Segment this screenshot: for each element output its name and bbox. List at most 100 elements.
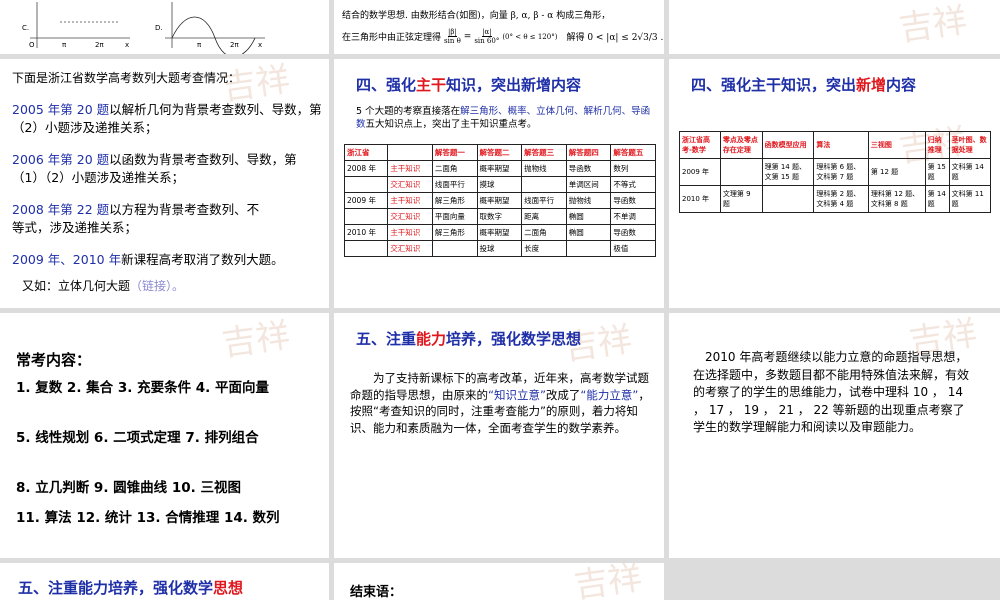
table-cell: 线面平行 [521, 192, 567, 209]
table-cell: 长度 [521, 240, 567, 257]
watermark-logo: 吉祥 [219, 315, 293, 365]
x-axis-label: x [125, 41, 129, 49]
slide-new-content-table[interactable]: 吉祥 四、强化主干知识，突出新增内容 浙江省高考-数学 零点及零点存在定理 函数模型… [669, 59, 1000, 308]
table-header-row: 浙江省 解答题一 解答题二 解答题三 解答题四 解答题五 [343, 144, 656, 161]
table-cell [719, 158, 763, 186]
solution-line-2: 在三角形中由正弦定理得 |β| sin θ = |α| sin 60° (0° … [342, 28, 663, 45]
table-cell: 取数字 [476, 208, 523, 225]
slide-title: 常考内容： [16, 351, 92, 369]
table-cell: 极值 [610, 240, 656, 257]
slide-sequence-history[interactable]: 吉祥 下面是浙江省数学高考数列大题考查情况： 2005 年第 20 题以解析几何… [0, 59, 329, 308]
table-cell: 2008 年 [343, 160, 389, 177]
table-cell: 理科第 2 题、文科第 4 题 [813, 185, 869, 213]
fraction-beta-numerator: |β| [448, 28, 457, 37]
slide-title: 结束语： [350, 585, 403, 600]
table-cell: 主干知识 [387, 224, 433, 241]
table-cell: 第 14 题 [924, 185, 950, 213]
title-part-2: 知识，突出新增内容 [446, 76, 582, 94]
table-cell: 主干知识 [387, 192, 433, 209]
table-cell: 平面向量 [431, 208, 478, 225]
table-cell: 理科第 6 题、文科第 7 题 [813, 158, 869, 186]
table-cell: 导函数 [610, 192, 656, 209]
table-header-cell: 算法 [813, 131, 869, 159]
table-header-cell: 零点及零点存在定理 [719, 131, 763, 159]
link-text[interactable]: （链接）。 [130, 279, 184, 293]
table-cell: 摸球 [476, 176, 523, 193]
slide-ability-focus[interactable]: 吉祥 五、注重能力培养，强化数学思想 为了支持新课标下的高考改革，近年来，高考数… [334, 313, 664, 558]
table-cell: 抛物线 [521, 160, 567, 177]
exam-table: 浙江省 解答题一 解答题二 解答题三 解答题四 解答题五 2008 年主干知识 二面角 概率期望… [343, 144, 656, 257]
table-cell: 投球 [476, 240, 523, 257]
solution-line-1: 结合的数学思想. 由数形结合(如图)，向量 β, α, β - α 构成三角形， [342, 11, 611, 21]
table-row: 2008 年主干知识 二面角 概率期望 抛物线 导函数 数列 [343, 160, 656, 177]
angle-condition: (0° < θ ≤ 120°) [502, 32, 558, 41]
table-cell: 导函数 [610, 224, 656, 241]
table-cell [431, 240, 478, 257]
title-highlight: 主干 [416, 76, 447, 94]
item-2009-2010-text: 新课程高考取消了数列大题。 [121, 252, 284, 267]
table-cell: 2009 年 [343, 192, 389, 209]
table-row: 2010 年文理第 9 题 理科第 2 题、文科第 4 题理科第 12 题、文科第… [679, 185, 992, 213]
table-cell: 文科第 14 题 [948, 158, 992, 186]
table-header-cell: 三视图 [867, 131, 926, 159]
slide-common-topics[interactable]: 吉祥 常考内容： 1. 复数 2. 集合 3. 充要条件 4. 平面向量 5. … [0, 313, 329, 558]
slide-main-knowledge-table[interactable]: 四、强化主干知识，突出新增内容 5 个大题的考察直接落在解三角形、概率、立体几何… [334, 59, 664, 308]
table-cell: 理科第 12 题、文科第 8 题 [867, 185, 926, 213]
solid-geometry-note: 又如：立体几何大题（链接）。 [22, 277, 184, 295]
table-cell [343, 176, 389, 193]
slide-thumbnail-solution[interactable]: 结合的数学思想. 由数形结合(如图)，向量 β, α, β - α 构成三角形，… [334, 0, 664, 54]
title-highlight: 新增 [856, 76, 887, 94]
table-cell: 数列 [610, 160, 656, 177]
table-cell: 概率期望 [476, 224, 523, 241]
fraction-alpha: |α| sin 60° [474, 28, 499, 45]
two-pi-tick: 2π [95, 41, 104, 49]
slide-thumbnail-graphs[interactable]: C. D. O π 2π x π 2π x [0, 0, 329, 54]
table-cell: 线面平行 [431, 176, 478, 193]
slide-conclusion[interactable]: 吉祥 结束语： [334, 563, 664, 600]
table-cell: 主干知识 [387, 160, 433, 177]
table-header-cell: 浙江省 [343, 144, 389, 161]
title-part-1: 四、强化主干知识，突出 [691, 76, 857, 94]
table-cell [343, 240, 389, 257]
pi-tick-d: π [197, 41, 202, 49]
pi-tick: π [62, 41, 67, 49]
solution-result: 解得 0 < |α| ≤ 2√3/3 . [566, 33, 664, 43]
new-content-table: 浙江省高考-数学 零点及零点存在定理 函数模型应用 算法 三视图 归纳推理 茎叶图、数据处理… [679, 131, 992, 213]
table-header-cell: 函数模型应用 [761, 131, 815, 159]
item-2009-2010: 2009 年、2010 年新课程高考取消了数列大题。 [12, 251, 322, 269]
table-header-cell: 解答题二 [476, 144, 523, 161]
table-cell [343, 208, 389, 225]
table-header-cell: 茎叶图、数据处理 [948, 131, 992, 159]
topic-line-3: 8. 立几判断 9. 圆锥曲线 10. 三视图 [16, 480, 241, 496]
title-part-1: 五、注重 [356, 330, 417, 348]
slide-title: 四、强化主干知识，突出新增内容 [356, 74, 581, 95]
title-highlight: 能力 [416, 330, 447, 348]
table-cell [521, 176, 567, 193]
option-c-label: C. [22, 24, 29, 32]
table-cell: 理第 14 题、文第 15 题 [761, 158, 815, 186]
table-header-cell [387, 144, 433, 161]
item-2005: 2005 年第 20 题以解析几何为背景考查数列、导数，第（2）小题涉及递推关系… [12, 101, 322, 137]
table-header-cell: 浙江省高考-数学 [679, 131, 721, 159]
fraction-beta: |β| sin θ [444, 28, 461, 45]
table-cell: 二面角 [521, 224, 567, 241]
slide-title: 五、注重能力培养，强化数学思想 [356, 328, 581, 349]
table-cell: 概率期望 [476, 160, 523, 177]
table-cell: 交汇知识 [387, 176, 433, 193]
table-cell: 交汇知识 [387, 208, 433, 225]
slide-2010-exam[interactable]: 吉祥 2010 年高考题继续以能力立意的命题指导思想，在选择题中，多数题目都不能… [669, 313, 1000, 558]
table-cell [565, 240, 612, 257]
slide-thumbnail-blank[interactable]: 吉祥 [669, 0, 1000, 54]
knowledge-orientation: “知识立意” [488, 387, 546, 402]
table-cell: 导函数 [565, 160, 612, 177]
table-header-row: 浙江省高考-数学 零点及零点存在定理 函数模型应用 算法 三视图 归纳推理 茎叶图、数据处理 [679, 131, 992, 159]
solid-geometry-text: 又如：立体几何大题 [22, 279, 131, 293]
table-cell: 不等式 [610, 176, 656, 193]
slide-ability-thinking[interactable]: 五、注重能力培养，强化数学思想 [0, 563, 329, 600]
item-2006: 2006 年第 20 题以函数为背景考查数列、导数，第（1）（2）小题涉及递推关… [12, 151, 322, 187]
table-row: 交汇知识 投球 长度 极值 [343, 240, 656, 257]
para-part-2: 改成了 [545, 387, 581, 402]
watermark-logo: 吉祥 [896, 0, 970, 50]
option-d-label: D. [155, 24, 163, 32]
empty-slot [669, 563, 1000, 600]
